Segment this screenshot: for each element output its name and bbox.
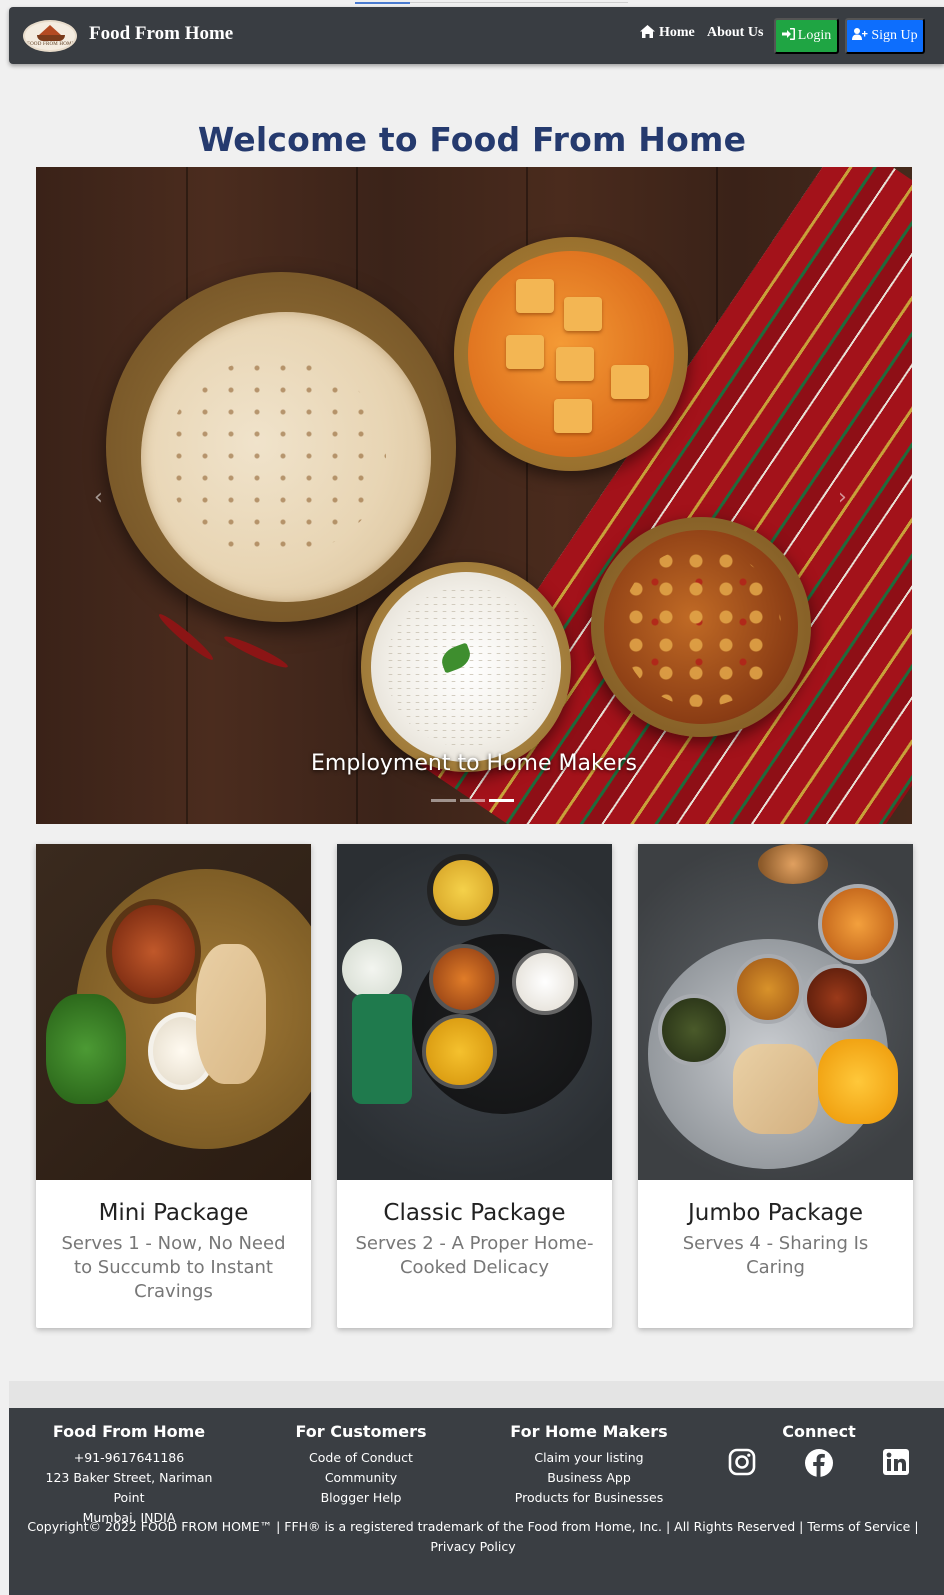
login-label: Login <box>797 28 832 43</box>
paratha-shape <box>733 1044 818 1134</box>
coriander-shape <box>46 994 126 1104</box>
card-subtitle: Serves 1 - Now, No Need to Succumb to In… <box>61 1233 286 1302</box>
chevron-right-icon[interactable]: › <box>838 485 847 510</box>
brand-logo[interactable]: FOOD FROM HOME <box>23 20 77 52</box>
nav-link-home[interactable]: Home <box>640 25 695 43</box>
footer-link-claim-listing[interactable]: Claim your listing <box>499 1448 679 1468</box>
footer-phone: +91-9617641186 <box>73 1450 185 1465</box>
roti-spots-image <box>166 357 386 557</box>
package-card-jumbo[interactable]: Jumbo Package Serves 4 - Sharing Is Cari… <box>638 844 913 1328</box>
raita-bowl-shape <box>342 939 402 999</box>
package-card-classic[interactable]: Classic Package Serves 2 - A Proper Home… <box>337 844 612 1328</box>
curry-bowl-shape <box>106 899 201 1004</box>
footer-link-blogger-help[interactable]: Blogger Help <box>271 1488 451 1508</box>
carousel-indicators <box>431 799 514 802</box>
carousel-indicator-3[interactable] <box>489 799 514 802</box>
footer-link-products[interactable]: Products for Businesses <box>499 1488 679 1508</box>
snack-bowl-shape <box>758 844 828 884</box>
card-subtitle: Serves 2 - A Proper Home-Cooked Delicacy <box>355 1233 594 1278</box>
paneer-cube <box>556 347 594 381</box>
card-title: Mini Package <box>98 1200 249 1226</box>
paneer-cube <box>516 279 554 313</box>
jumbo-package-image <box>638 844 913 1180</box>
footer-col-contact: Food From Home +91-9617641186 123 Baker … <box>29 1422 229 1528</box>
footer-col-title: Food From Home <box>52 1422 206 1441</box>
hero-carousel[interactable]: ‹ › Employment to Home Makers <box>36 167 912 824</box>
bhindi-bowl-shape <box>658 994 730 1066</box>
footer-link-community[interactable]: Community <box>271 1468 451 1488</box>
copyright-text: Copyright© 2022 FOOD FROM HOME™ | FFH® i… <box>27 1519 919 1554</box>
footer-col-home-makers: For Home Makers Claim your listing Busin… <box>499 1422 679 1508</box>
footer-col-connect: Connect <box>719 1422 919 1448</box>
mango-shape <box>818 1039 898 1124</box>
page-title: Welcome to Food From Home <box>197 120 747 159</box>
sign-in-icon <box>781 27 795 45</box>
top-divider <box>410 2 628 3</box>
classic-package-image <box>337 844 612 1180</box>
brand-name[interactable]: Food From Home <box>89 23 233 45</box>
card-title: Classic Package <box>383 1200 566 1226</box>
footer-col-customers: For Customers Code of Conduct Community … <box>271 1422 451 1508</box>
home-icon <box>640 25 655 43</box>
rice-bowl-shape <box>512 949 578 1015</box>
fruit-bowl-shape <box>427 854 499 926</box>
nav-link-about[interactable]: About Us <box>707 25 763 41</box>
user-plus-icon <box>852 27 868 45</box>
top-loading-indicator <box>355 2 410 4</box>
instagram-icon[interactable] <box>728 1448 758 1478</box>
sabzi-bowl-shape <box>429 944 499 1014</box>
card-title: Jumbo Package <box>687 1200 864 1226</box>
logo-roof-shape <box>39 25 61 35</box>
paneer-cube <box>506 335 544 369</box>
footer-col-title: Connect <box>782 1422 856 1441</box>
roti-stack-shape <box>196 944 266 1084</box>
footer-top-strip <box>9 1381 944 1408</box>
carousel-indicator-2[interactable] <box>460 799 485 802</box>
footer-address: 123 Baker Street, Nariman Point <box>45 1470 213 1505</box>
footer-col-title: For Home Makers <box>510 1422 668 1441</box>
dal-bowl-shape <box>422 1014 497 1089</box>
footer-link-code-of-conduct[interactable]: Code of Conduct <box>271 1448 451 1468</box>
green-napkin-shape <box>352 994 412 1104</box>
paneer-cube <box>564 297 602 331</box>
package-card-mini[interactable]: Mini Package Serves 1 - Now, No Need to … <box>36 844 311 1328</box>
aloo-pieces-image <box>621 547 781 707</box>
dal-bowl-shape <box>733 954 803 1024</box>
linkedin-icon[interactable] <box>882 1448 912 1478</box>
nav-home-label: Home <box>659 25 695 40</box>
paneer-cube <box>554 399 592 433</box>
facebook-icon[interactable] <box>804 1448 834 1478</box>
paneer-cube <box>611 365 649 399</box>
gravy-bowl-shape <box>803 964 871 1032</box>
mini-package-image <box>36 844 311 1180</box>
card-subtitle: Serves 4 - Sharing Is Caring <box>682 1233 869 1278</box>
carousel-caption: Employment to Home Makers <box>311 751 637 776</box>
footer-link-business-app[interactable]: Business App <box>499 1468 679 1488</box>
logo-bowl-shape <box>37 35 65 41</box>
login-button[interactable]: Login <box>774 18 839 54</box>
navbar: FOOD FROM HOME Food From Home Home About… <box>9 7 944 64</box>
chevron-left-icon[interactable]: ‹ <box>94 485 103 510</box>
footer: Food From Home +91-9617641186 123 Baker … <box>9 1408 944 1595</box>
signup-button[interactable]: Sign Up <box>845 18 925 54</box>
logo-text: FOOD FROM HOME <box>27 42 75 47</box>
signup-label: Sign Up <box>871 28 918 43</box>
red-chili-image <box>222 632 290 672</box>
carousel-indicator-1[interactable] <box>431 799 456 802</box>
footer-col-title: For Customers <box>295 1422 427 1441</box>
rice-grain-texture <box>386 587 546 747</box>
curry-bowl-shape <box>818 884 898 964</box>
